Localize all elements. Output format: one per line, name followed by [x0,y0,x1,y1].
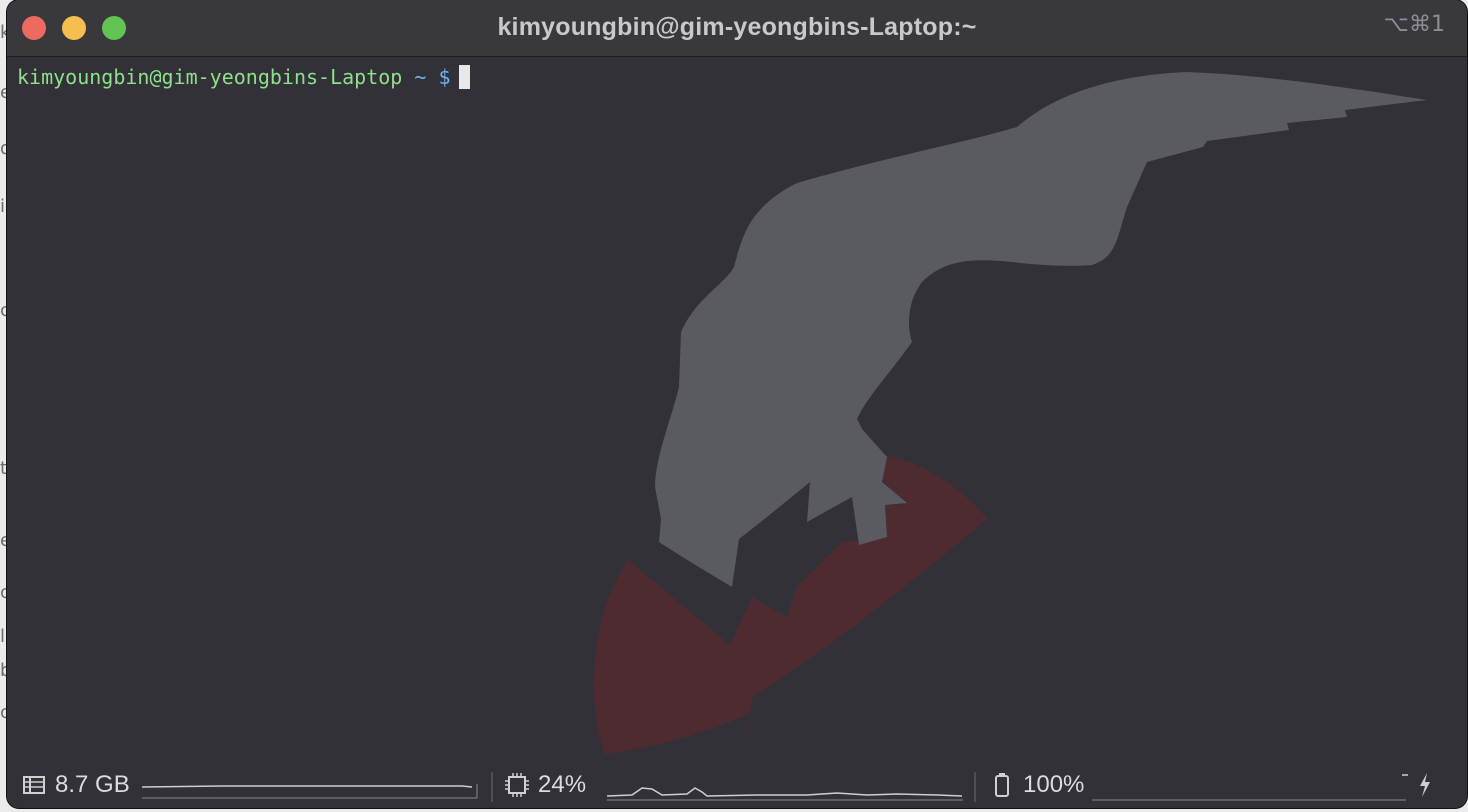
text-cursor [458,65,470,89]
battery-icon [987,770,1017,800]
prompt-symbol: $ [438,65,451,89]
battery-value: 100% [1023,771,1085,798]
memory-icon [19,770,49,800]
status-divider [974,772,976,802]
status-divider [491,772,493,802]
background-artwork [593,72,1427,754]
window-shortcut-label: ⌥⌘1 [1383,12,1445,37]
memory-sparkline [142,784,478,799]
lightning-icon [1417,772,1433,805]
terminal-window: kimyoungbin@gim-yeongbins-Laptop:~ ⌥⌘1 k… [7,0,1467,808]
prompt-line: kimyoungbin@gim-yeongbins-Laptop ~ $ [17,63,470,91]
battery-sparkline [1092,774,1408,801]
artwork-red-shape [593,455,987,754]
memory-status[interactable]: 8.7 GB [19,762,130,808]
cpu-status[interactable]: 24% [502,762,586,808]
status-bar: 8.7 GB 24% 100% [7,762,1467,808]
cpu-sparkline [607,787,963,801]
title-bar[interactable]: kimyoungbin@gim-yeongbins-Laptop:~ ⌥⌘1 [7,0,1467,57]
cpu-value: 24% [538,771,587,798]
cpu-icon [502,770,532,800]
prompt-user-host: kimyoungbin@gim-yeongbins-Laptop [17,65,403,89]
memory-value: 8.7 GB [55,771,130,798]
prompt-path: ~ [414,65,427,89]
artwork-grey-shape [655,72,1427,587]
window-title: kimyoungbin@gim-yeongbins-Laptop:~ [497,13,977,41]
terminal-content[interactable]: kimyoungbin@gim-yeongbins-Laptop ~ $ [7,57,1467,762]
battery-status[interactable]: 100% [987,762,1084,808]
